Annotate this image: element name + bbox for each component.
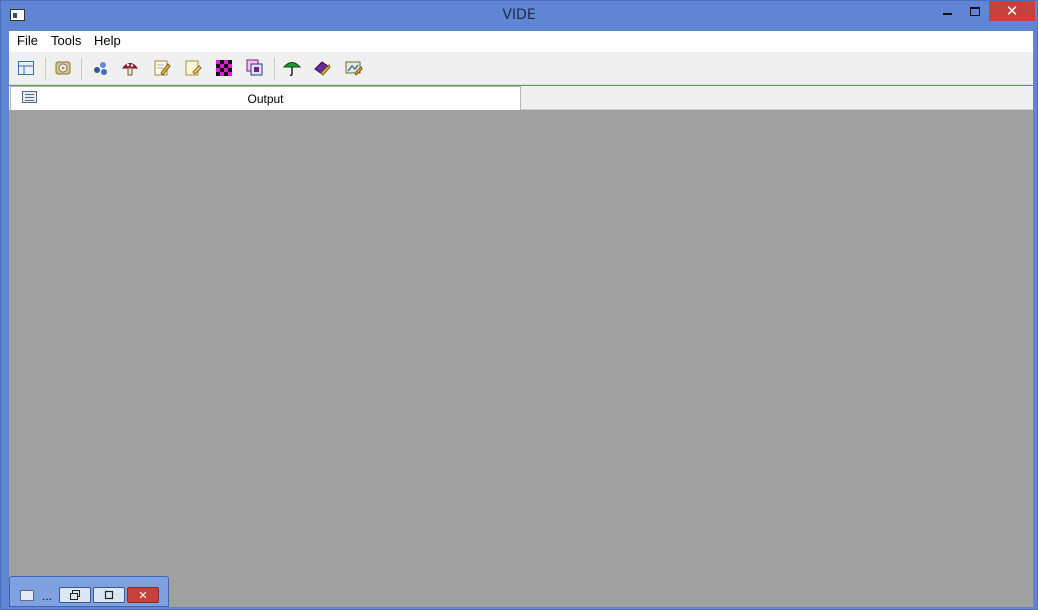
- tab-output-label: Output: [247, 92, 284, 106]
- title-bar[interactable]: VIDE ✕: [1, 1, 1037, 30]
- maximize-icon: [104, 590, 114, 600]
- blue-dots-icon[interactable]: [92, 59, 110, 77]
- app-window: VIDE ✕ File Tools Help Output ... ✕: [0, 0, 1038, 610]
- menu-tools[interactable]: Tools: [51, 33, 81, 48]
- green-umbrella-icon[interactable]: [283, 59, 301, 77]
- toolbar-separator: [81, 58, 82, 80]
- layout-grid-icon[interactable]: [17, 59, 35, 77]
- minimize-button[interactable]: [933, 1, 961, 21]
- image-settings-icon[interactable]: [345, 59, 363, 77]
- window-list-icon: [20, 590, 34, 601]
- restore-icon: [70, 590, 80, 600]
- minimized-window-title: ...: [42, 589, 53, 603]
- close-button[interactable]: ✕: [127, 587, 159, 603]
- menu-bar: File Tools Help: [9, 31, 1033, 52]
- menu-help[interactable]: Help: [94, 33, 121, 48]
- mdi-workspace[interactable]: [9, 110, 1033, 607]
- close-button[interactable]: ✕: [989, 1, 1035, 21]
- purple-eraser-icon[interactable]: [313, 59, 331, 77]
- toolbar-separator: [45, 58, 46, 80]
- menu-file[interactable]: File: [17, 33, 38, 48]
- tab-output[interactable]: Output: [10, 86, 521, 110]
- toolbar: [9, 52, 1033, 85]
- edit-document-icon[interactable]: [153, 59, 171, 77]
- maximize-button[interactable]: [93, 587, 125, 603]
- document-arrow-icon[interactable]: [184, 59, 202, 77]
- toolbar-separator: [274, 58, 275, 80]
- restore-button[interactable]: [59, 587, 91, 603]
- disk-magnifier-icon[interactable]: [54, 59, 72, 77]
- overlapping-windows-icon[interactable]: [246, 59, 264, 77]
- window-title: VIDE: [502, 7, 536, 23]
- minimized-window[interactable]: ... ✕: [9, 576, 169, 607]
- close-icon: ✕: [1005, 2, 1019, 20]
- close-icon: ✕: [138, 588, 148, 602]
- minimize-icon: [942, 13, 952, 15]
- maximize-icon: [970, 6, 980, 16]
- red-mushroom-icon[interactable]: [121, 59, 139, 77]
- maximize-button[interactable]: [962, 1, 988, 21]
- tab-strip: Output: [9, 86, 1033, 110]
- magenta-checker-icon[interactable]: [215, 59, 233, 77]
